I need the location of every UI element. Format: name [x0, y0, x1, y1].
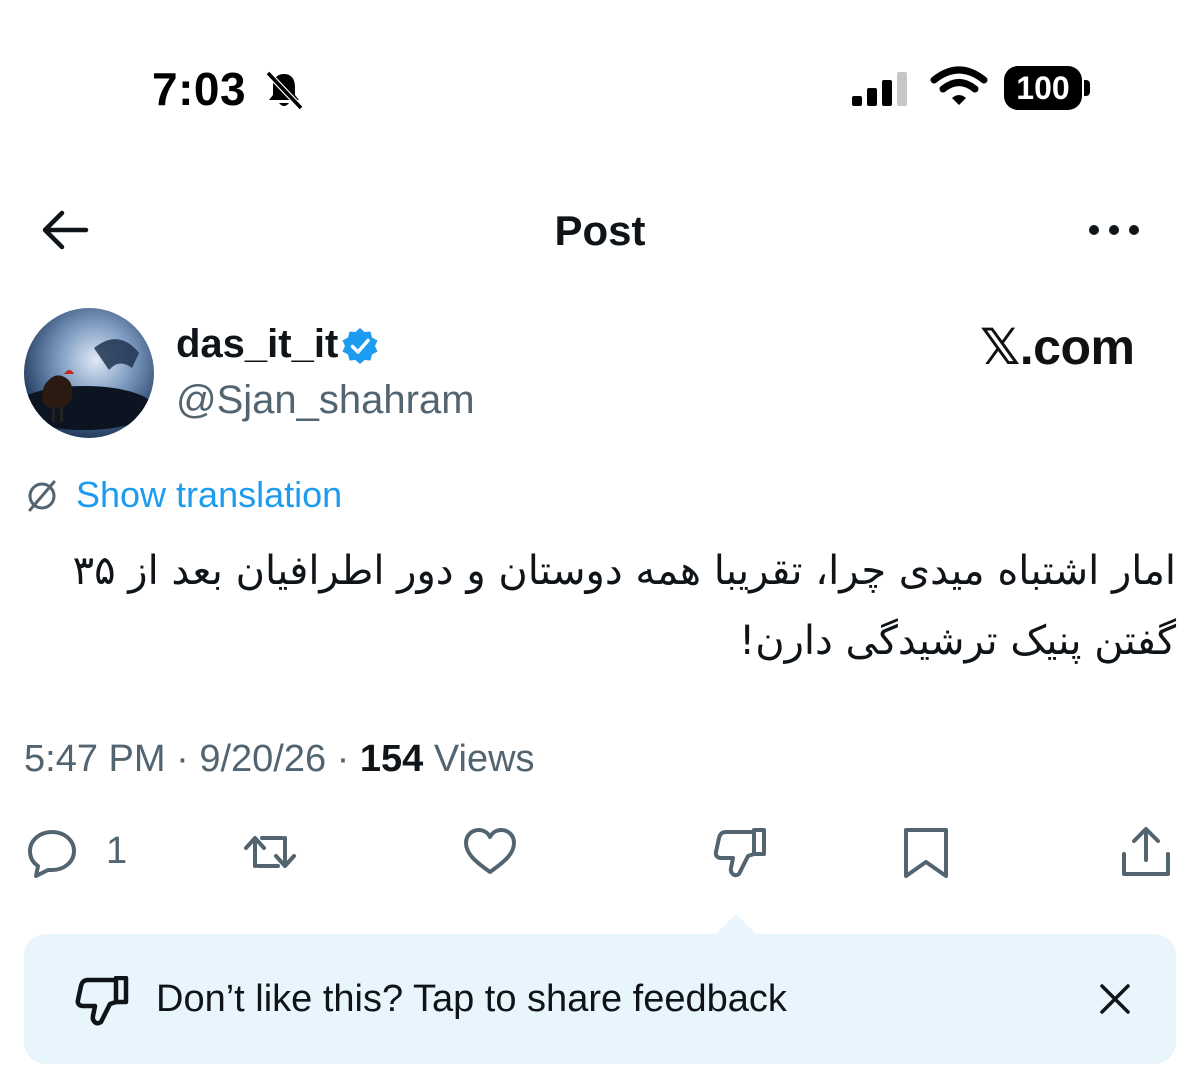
repost-icon: [244, 836, 296, 868]
translate-icon: [28, 480, 56, 512]
avatar[interactable]: [24, 308, 154, 438]
battery-icon: 100: [1004, 66, 1082, 110]
post-time: 5:47 PM: [24, 738, 166, 780]
share-icon: [1122, 827, 1170, 876]
reply-button[interactable]: [24, 824, 80, 882]
reply-count: 1: [106, 830, 128, 872]
close-icon[interactable]: [1098, 982, 1132, 1016]
page-title: Post: [554, 207, 646, 254]
like-icon: [464, 828, 516, 874]
wifi-icon: [930, 66, 988, 105]
meta-separator: ·: [165, 738, 200, 780]
dislike-icon: [713, 828, 766, 878]
cellular-signal-icon: [852, 72, 907, 106]
bookmark-button[interactable]: [898, 824, 954, 882]
like-button[interactable]: [462, 824, 518, 882]
more-icon[interactable]: [1086, 216, 1142, 244]
share-button[interactable]: [1118, 824, 1174, 882]
feedback-banner[interactable]: Don’t like this? Tap to share feedback: [24, 934, 1176, 1064]
show-translation-link[interactable]: Show translation: [76, 474, 342, 516]
reply-icon: [28, 830, 76, 878]
status-time: 7:03: [152, 63, 247, 115]
dislike-icon: [75, 976, 129, 1026]
post-text: امار اشتباه میدی چرا، تقریبا همه دوستان …: [72, 548, 1176, 664]
author-display-name[interactable]: das_it_it: [176, 322, 338, 367]
meta-separator: ·: [326, 738, 360, 780]
post-meta: 5:47 PM · 9/20/26 · 154 Views: [24, 738, 535, 781]
feedback-prompt[interactable]: Don’t like this? Tap to share feedback: [156, 978, 787, 1021]
verified-badge-icon: [342, 328, 378, 364]
views-label[interactable]: Views: [423, 738, 535, 780]
post-screen: 7:03 100 Post das_it_it @Sjan_shahram 𝕏.…: [0, 0, 1200, 1086]
watermark: 𝕏.com: [980, 319, 1135, 375]
post-date: 9/20/26: [199, 738, 327, 780]
bell-slash-icon: [265, 70, 304, 111]
author-handle[interactable]: @Sjan_shahram: [176, 378, 475, 423]
banner-pointer: [714, 914, 758, 936]
dislike-button[interactable]: [712, 824, 768, 882]
avatar-image: [24, 339, 154, 430]
views-count[interactable]: 154: [360, 738, 423, 780]
battery-tip: [1084, 80, 1090, 96]
repost-button[interactable]: [242, 824, 298, 882]
bookmark-icon: [904, 828, 948, 878]
